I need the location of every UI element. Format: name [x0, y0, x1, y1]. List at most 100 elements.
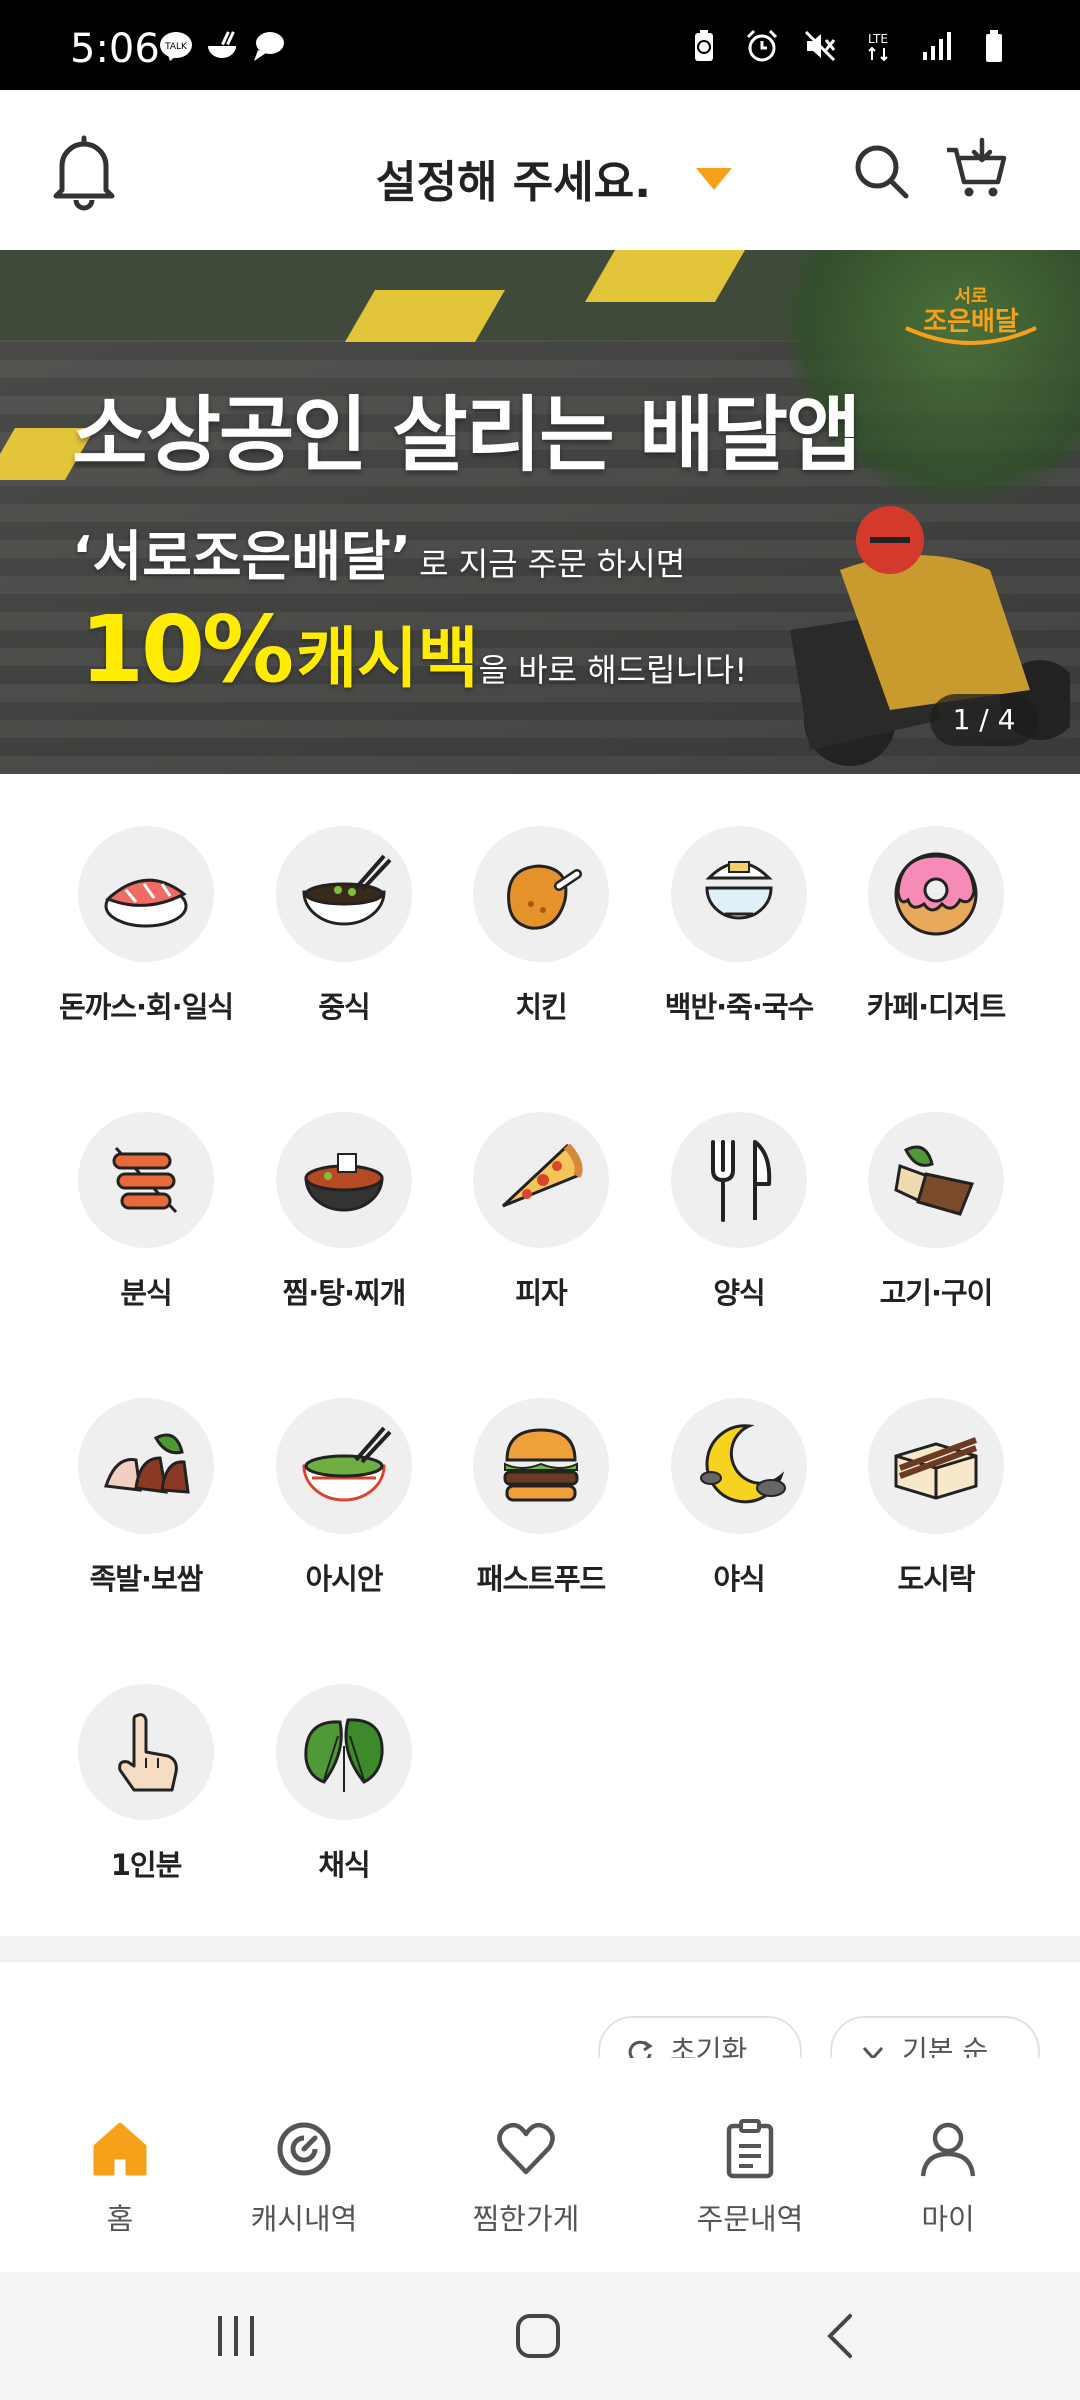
pho-bowl-icon: [302, 1426, 392, 1502]
category-item[interactable]: 1인분: [47, 1684, 245, 1884]
category-icon-circle: [276, 1398, 412, 1534]
chat-bubble-icon: [254, 32, 284, 61]
category-label: 돈까스·회·일식: [58, 990, 234, 1024]
brand-logo: 서로 조은배달: [905, 286, 1037, 345]
clipboard-icon: [726, 2119, 774, 2179]
category-label: 1인분: [110, 1848, 183, 1882]
category-label: 백반·죽·국수: [664, 990, 814, 1024]
nav-my[interactable]: 마이: [848, 2118, 1048, 2238]
nav-cash-history-label: 캐시내역: [250, 2202, 358, 2236]
category-icon-circle: [78, 1398, 214, 1534]
kakaotalk-icon: TALK: [160, 32, 192, 61]
banner-headline: 소상공인 살리는 배달앱: [72, 388, 861, 483]
category-icon-circle: [276, 1112, 412, 1248]
category-icon-circle: [671, 1112, 807, 1248]
category-item[interactable]: 백반·죽·국수: [640, 826, 838, 1026]
banner-cashback: 캐시백: [296, 620, 479, 697]
nav-favorites[interactable]: 찜한가게: [426, 2118, 626, 2238]
burger-icon: [503, 1428, 579, 1502]
category-label: 중식: [318, 990, 370, 1024]
search-icon[interactable]: [852, 142, 910, 200]
category-item[interactable]: 중식: [245, 826, 443, 1026]
svg-text:서로: 서로: [954, 286, 987, 307]
category-icon-circle: [473, 1112, 609, 1248]
category-item[interactable]: 족발·보쌈: [47, 1398, 245, 1598]
nav-orders-label: 주문내역: [696, 2202, 804, 2236]
svg-text:LTE: LTE: [868, 32, 888, 46]
grilled-meat-icon: [894, 1145, 975, 1216]
nav-home[interactable]: 홈: [20, 2118, 220, 2238]
nav-cash-history[interactable]: 캐시내역: [204, 2118, 404, 2238]
category-icon-circle: [868, 1112, 1004, 1248]
bell-icon[interactable]: [48, 132, 120, 212]
heart-icon: [497, 2122, 555, 2175]
leaf-icon: [304, 1718, 384, 1792]
signal-icon: [923, 32, 951, 60]
cash-history-icon: [277, 2122, 331, 2176]
category-label: 고기·구이: [879, 1276, 994, 1310]
category-item[interactable]: 돈까스·회·일식: [47, 826, 245, 1026]
banner-line-2-text: 로 지금 주문 하시면: [419, 545, 686, 583]
back-icon[interactable]: [812, 2310, 872, 2362]
sushi-icon: [104, 878, 188, 928]
category-item[interactable]: 야식: [640, 1398, 838, 1598]
recent-apps-icon[interactable]: [206, 2310, 266, 2362]
chevron-down-icon[interactable]: [694, 164, 734, 194]
svg-text:조은배달: 조은배달: [923, 307, 1019, 337]
category-icon-circle: [671, 826, 807, 962]
lunchbox-icon: [894, 1437, 978, 1500]
pork-hock-icon: [103, 1433, 190, 1494]
category-item[interactable]: 분식: [47, 1112, 245, 1312]
app-header: 설정해 주세요.: [0, 90, 1080, 250]
battery-icon: [986, 30, 1002, 62]
category-label: 도시락: [897, 1562, 975, 1596]
category-icon-circle: [78, 1684, 214, 1820]
category-item[interactable]: 패스트푸드: [442, 1398, 640, 1598]
moon-icon: [700, 1424, 786, 1504]
category-icon-circle: [78, 826, 214, 962]
banner-line-2: ‘서로조은배달’ 로 지금 주문 하시면: [72, 512, 685, 591]
category-item[interactable]: 치킨: [442, 826, 640, 1026]
one-finger-icon: [118, 1713, 178, 1792]
banner-line-3-text: 을 바로 해드립니다!: [478, 651, 748, 689]
pizza-icon: [501, 1143, 583, 1208]
category-icon-circle: [473, 1398, 609, 1534]
donut-icon: [894, 852, 978, 936]
nav-favorites-label: 찜한가게: [472, 2202, 580, 2236]
category-item[interactable]: 피자: [442, 1112, 640, 1312]
category-item[interactable]: 찜·탕·찌개: [245, 1112, 443, 1312]
skewer-icon: [112, 1146, 178, 1214]
notification-icons: TALK: [158, 28, 286, 64]
section-divider: [0, 1936, 1080, 1962]
nav-my-label: 마이: [921, 2202, 975, 2236]
svg-text:TALK: TALK: [164, 42, 188, 52]
food-app-icon: [208, 31, 236, 58]
category-icon-circle: [868, 1398, 1004, 1534]
location-selector[interactable]: 설정해 주세요.: [376, 146, 651, 210]
stew-pot-icon: [304, 1153, 384, 1212]
system-status-icons: LTE: [686, 28, 1012, 64]
chicken-leg-icon: [507, 864, 582, 930]
banner-pager: 1 / 4: [930, 694, 1038, 746]
category-icon-circle: [671, 1398, 807, 1534]
status-bar: 5:06 TALK LTE: [0, 0, 1080, 90]
category-item[interactable]: 고기·구이: [837, 1112, 1035, 1312]
noodle-bowl-icon: [302, 854, 392, 926]
nav-home-label: 홈: [106, 2202, 134, 2236]
category-item[interactable]: 도시락: [837, 1398, 1035, 1598]
nav-orders[interactable]: 주문내역: [650, 2118, 850, 2238]
category-label: 치킨: [515, 990, 567, 1024]
cart-icon[interactable]: [944, 136, 1010, 202]
mute-icon: [804, 30, 836, 62]
banner-percent: 10%: [80, 596, 294, 703]
promo-banner[interactable]: 서로 조은배달 소상공인 살리는 배달앱 ‘서로조은배달’ 로 지금 주문 하시면…: [0, 250, 1080, 774]
category-item[interactable]: 아시안: [245, 1398, 443, 1598]
category-item[interactable]: 양식: [640, 1112, 838, 1312]
category-icon-circle: [276, 1684, 412, 1820]
home-circle-icon[interactable]: [508, 2310, 568, 2362]
category-item[interactable]: 카페·디저트: [837, 826, 1035, 1026]
category-label: 피자: [515, 1276, 567, 1310]
category-label: 족발·보쌈: [89, 1562, 204, 1596]
fork-knife-icon: [711, 1140, 772, 1222]
category-item[interactable]: 채식: [245, 1684, 443, 1884]
